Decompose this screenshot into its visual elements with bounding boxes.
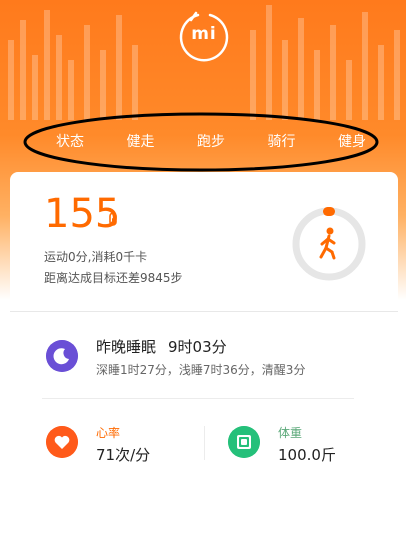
heart-rate-value[interactable]: 71次/分 [96, 444, 150, 465]
tab-fitness[interactable]: 健身 [338, 130, 366, 154]
weight-value[interactable]: 100.0斤 [278, 444, 336, 465]
tab-cycling[interactable]: 骑行 [268, 130, 296, 154]
blank-footer [0, 476, 406, 550]
heart-rate-label: 心率 [96, 426, 121, 440]
flame-icon [109, 212, 117, 226]
tab-bar: 状态 健走 跑步 骑行 健身 [30, 130, 380, 154]
ring-progress-marker [323, 207, 335, 216]
sleep-title[interactable]: 昨晚睡眠 [96, 336, 156, 357]
section-divider [42, 398, 354, 399]
tab-walking[interactable]: 健走 [127, 130, 155, 154]
step-goal-ring[interactable] [290, 205, 368, 283]
activity-summary: 运动0分,消耗0千卡 [44, 250, 148, 264]
section-divider [10, 311, 398, 312]
scale-icon [228, 426, 260, 458]
goal-remaining: 距离达成目标还差9845步 [44, 271, 183, 285]
walking-person-icon [319, 227, 336, 260]
moon-icon [46, 340, 78, 372]
tab-status[interactable]: 状态 [56, 130, 84, 154]
mi-logo: mi [191, 24, 217, 44]
tab-running[interactable]: 跑步 [197, 130, 225, 154]
weight-label: 体重 [278, 426, 303, 440]
health-summary-card: 155 运动0分,消耗0千卡 距离达成目标还差9845步 昨晚睡眠 9时03分 … [10, 172, 398, 482]
sleep-detail: 深睡1时27分，浅睡7时36分，清醒3分 [96, 363, 306, 377]
vertical-divider [204, 426, 205, 460]
heart-icon [46, 426, 78, 458]
sleep-duration[interactable]: 9时03分 [168, 336, 227, 357]
